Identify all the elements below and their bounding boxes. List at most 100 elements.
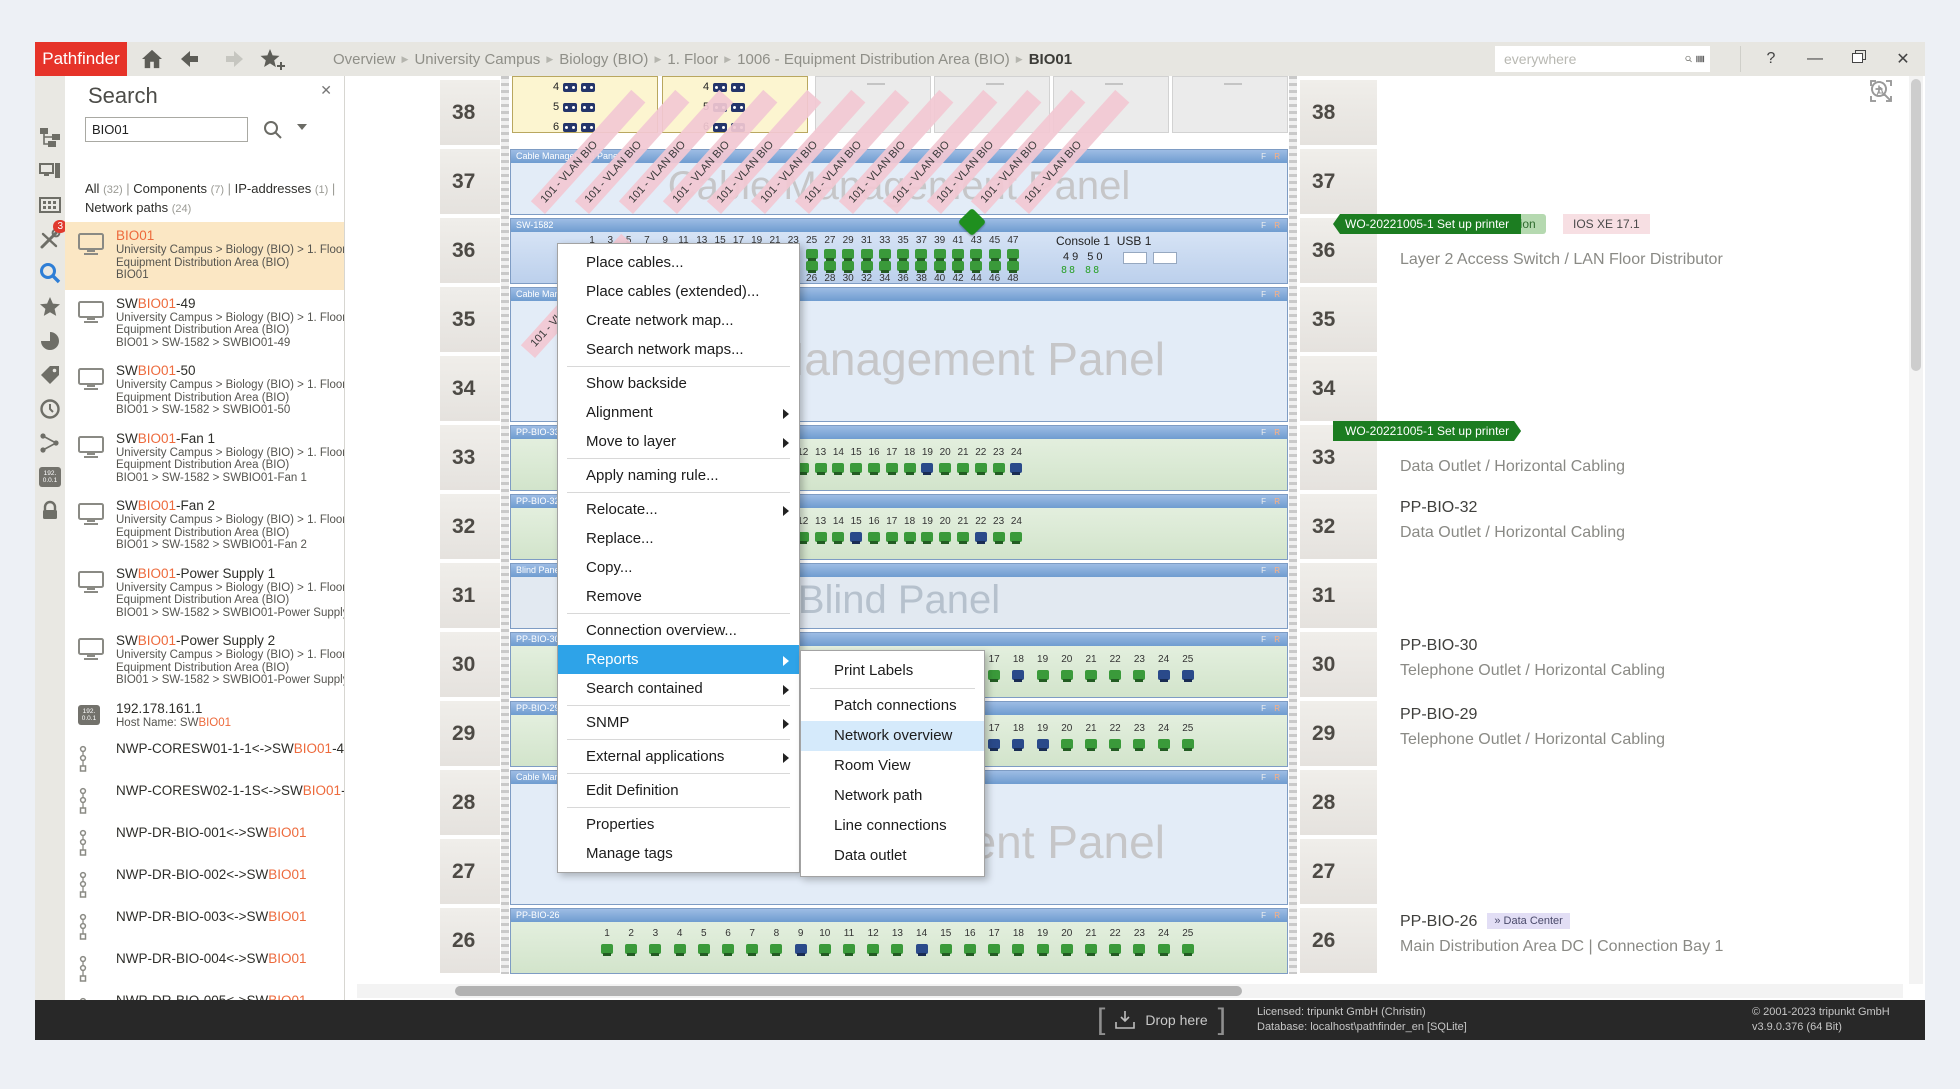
close-icon[interactable]: ✕: [320, 82, 332, 99]
port-icon[interactable]: [861, 261, 873, 271]
menu-item-snmp[interactable]: SNMP: [558, 708, 799, 737]
port-icon[interactable]: [886, 532, 898, 542]
close-button[interactable]: ✕: [1881, 49, 1925, 69]
port-icon[interactable]: [952, 261, 964, 271]
submenu-item-network-overview[interactable]: Network overview: [801, 721, 984, 751]
menu-item-search-contained[interactable]: Search contained: [558, 674, 799, 703]
port-icon[interactable]: [824, 261, 836, 271]
restore-button[interactable]: [1837, 50, 1881, 68]
vertical-scrollbar[interactable]: [1909, 76, 1923, 984]
sidebar-share-nodes-icon[interactable]: [37, 426, 63, 460]
port-icon[interactable]: [939, 463, 951, 473]
menu-item-place-cables[interactable]: Place cables...: [558, 248, 799, 277]
sidebar-devices-icon[interactable]: [37, 154, 63, 188]
menu-item-replace[interactable]: Replace...: [558, 524, 799, 553]
port-icon[interactable]: [868, 532, 880, 542]
sidebar-lock-icon[interactable]: [37, 494, 63, 528]
breadcrumb-item[interactable]: 1006 - Equipment Distribution Area (BIO): [737, 51, 1010, 68]
menu-item-alignment[interactable]: Alignment: [558, 398, 799, 427]
port-icon[interactable]: [916, 944, 928, 954]
port-icon[interactable]: [964, 944, 976, 954]
port-icon[interactable]: [988, 739, 1000, 749]
submenu-item-patch-connections[interactable]: Patch connections: [801, 691, 984, 721]
port-icon[interactable]: [939, 532, 951, 542]
search-result-item[interactable]: 192.0.0.1192.178.161.1Host Name: SWBIO01: [65, 695, 344, 735]
sidebar-ip-address-icon[interactable]: 192.0.0.1: [37, 460, 63, 494]
port-icon[interactable]: [897, 249, 909, 259]
port-icon[interactable]: [1007, 249, 1019, 259]
search-result-item[interactable]: SWBIO01-Fan 2University Campus > Biology…: [65, 492, 344, 560]
search-result-item[interactable]: SWBIO01-Fan 1University Campus > Biology…: [65, 425, 344, 493]
port-icon[interactable]: [915, 261, 927, 271]
port-icon[interactable]: [921, 463, 933, 473]
port-icon[interactable]: [868, 463, 880, 473]
port-icon[interactable]: [1109, 739, 1121, 749]
port-icon[interactable]: [1012, 739, 1024, 749]
port-icon[interactable]: [940, 944, 952, 954]
menu-item-properties[interactable]: Properties: [558, 810, 799, 839]
port-icon[interactable]: [824, 249, 836, 259]
port-icon[interactable]: [819, 944, 831, 954]
breadcrumb-item[interactable]: Biology (BIO): [559, 51, 648, 68]
port-icon[interactable]: [842, 261, 854, 271]
breadcrumb-item[interactable]: Overview: [333, 51, 396, 68]
port-icon[interactable]: [1182, 739, 1194, 749]
horizontal-scrollbar[interactable]: [357, 984, 1903, 998]
search-result-item[interactable]: NWP-DR-BIO-004<->SWBIO01: [65, 945, 344, 987]
menu-item-reports[interactable]: Reports: [558, 645, 799, 674]
port-icon[interactable]: [722, 944, 734, 954]
port-icon[interactable]: [934, 249, 946, 259]
search-result-item[interactable]: SWBIO01-Power Supply 1University Campus …: [65, 560, 344, 628]
menu-item-external-applications[interactable]: External applications: [558, 742, 799, 771]
port-icon[interactable]: [1085, 739, 1097, 749]
port-icon[interactable]: [886, 463, 898, 473]
port-icon[interactable]: [1012, 670, 1024, 680]
port-icon[interactable]: [1010, 532, 1022, 542]
help-button[interactable]: ?: [1749, 50, 1793, 68]
port-icon[interactable]: [832, 463, 844, 473]
port-icon[interactable]: [1007, 261, 1019, 271]
port-icon[interactable]: [815, 463, 827, 473]
port-icon[interactable]: [1158, 739, 1170, 749]
breadcrumb-item[interactable]: 1. Floor: [667, 51, 718, 68]
port-icon[interactable]: [1182, 670, 1194, 680]
filter-network-paths[interactable]: Network paths (24): [85, 200, 191, 215]
search-input[interactable]: [85, 117, 248, 142]
port-icon[interactable]: [601, 944, 613, 954]
port-icon[interactable]: [975, 532, 987, 542]
menu-item-place-cables-extended[interactable]: Place cables (extended)...: [558, 277, 799, 306]
port-icon[interactable]: [861, 249, 873, 259]
port-icon[interactable]: [850, 463, 862, 473]
toggle-labels-icon[interactable]: A: [1866, 76, 1896, 106]
work-order-tag[interactable]: WO-20221005-1 Set up printer: [1333, 214, 1521, 234]
port-icon[interactable]: [993, 463, 1005, 473]
menu-item-relocate[interactable]: Relocate...: [558, 495, 799, 524]
port-icon[interactable]: [832, 532, 844, 542]
port-icon[interactable]: [1182, 944, 1194, 954]
sidebar-history-icon[interactable]: [37, 392, 63, 426]
forward-button[interactable]: [217, 46, 247, 72]
port-icon[interactable]: [815, 532, 827, 542]
port-icon[interactable]: [1109, 670, 1121, 680]
port-icon[interactable]: [1133, 944, 1145, 954]
port-icon[interactable]: [1133, 670, 1145, 680]
port-icon[interactable]: [806, 249, 818, 259]
port-icon[interactable]: [770, 944, 782, 954]
submenu-item-room-view[interactable]: Room View: [801, 751, 984, 781]
port-icon[interactable]: [746, 944, 758, 954]
sidebar-search-icon[interactable]: [37, 256, 63, 290]
port-icon[interactable]: [993, 532, 1005, 542]
port-icon[interactable]: [1037, 944, 1049, 954]
search-result-item[interactable]: NWP-DR-BIO-002<->SWBIO01: [65, 861, 344, 903]
menu-item-search-network-maps[interactable]: Search network maps...: [558, 335, 799, 364]
port-icon[interactable]: [1012, 944, 1024, 954]
filter-all[interactable]: All (32): [85, 181, 123, 196]
port-icon[interactable]: [867, 944, 879, 954]
search-result-item[interactable]: BIO01University Campus > Biology (BIO) >…: [65, 222, 344, 290]
port-icon[interactable]: [957, 463, 969, 473]
submenu-item-data-outlet[interactable]: Data outlet: [801, 841, 984, 871]
home-button[interactable]: [137, 46, 167, 72]
port-icon[interactable]: [842, 249, 854, 259]
port-icon[interactable]: [989, 249, 1001, 259]
vertical-scrollbar-thumb[interactable]: [1911, 79, 1921, 371]
